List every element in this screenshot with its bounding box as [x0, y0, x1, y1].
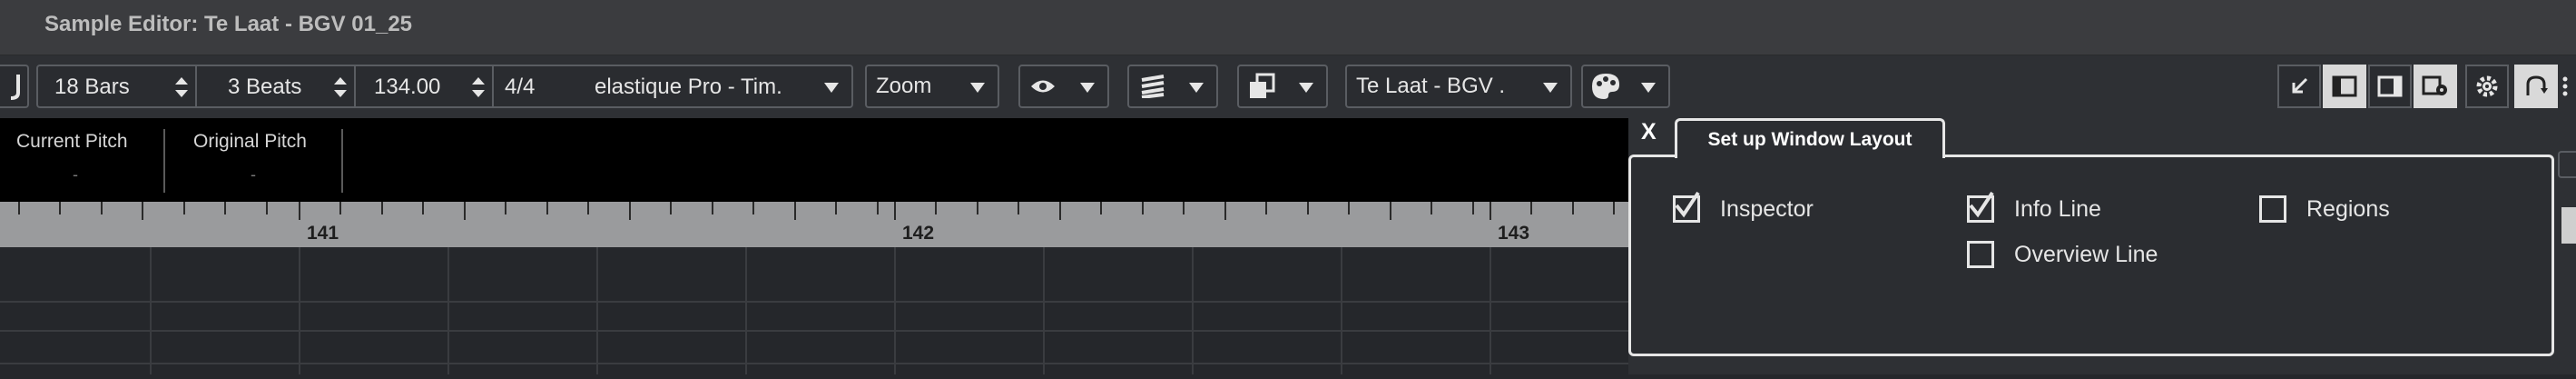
loop-icon	[2526, 75, 2548, 95]
note-icon	[10, 75, 20, 100]
palette-icon	[1592, 74, 1619, 99]
layers-select[interactable]	[1127, 65, 1218, 108]
gear-icon	[2476, 75, 2498, 97]
algorithm-select[interactable]: 4/4 elastique Pro - Tim.	[494, 66, 851, 106]
copy-icon	[1250, 73, 1275, 98]
original-pitch-label: Original Pitch	[193, 131, 307, 152]
info-line: Current Pitch - Original Pitch -	[0, 118, 1634, 202]
tool-button[interactable]	[0, 65, 29, 108]
signature-value: 4/4	[505, 75, 536, 99]
inspector-checkbox[interactable]	[1673, 191, 1700, 223]
window-titlebar: Sample Editor: Te Laat - BGV 01_25	[0, 0, 2576, 55]
overview-line-checkbox[interactable]	[1967, 241, 1994, 268]
beats-field[interactable]: 3 Beats	[197, 66, 354, 106]
info-line-checkbox[interactable]	[1967, 191, 1994, 223]
regions-option[interactable]: Regions	[2259, 195, 2390, 223]
algorithm-value: elastique Pro - Tim.	[595, 75, 782, 99]
arrow-down-left-icon	[2292, 77, 2308, 94]
inspector-label: Inspector	[1720, 195, 1814, 222]
chevron-down-icon	[1641, 83, 1656, 93]
beats-value: 3 Beats	[228, 75, 302, 99]
layout-settings-icon	[2422, 75, 2447, 95]
regions-label: Regions	[2306, 195, 2390, 222]
chevron-down-icon	[824, 83, 839, 93]
loop-button[interactable]	[2514, 65, 2558, 108]
checkmark-icon	[1675, 191, 1700, 218]
chevron-down-icon	[1189, 83, 1204, 93]
copy-select[interactable]	[1237, 65, 1328, 108]
beats-stepper-icon[interactable]	[334, 75, 347, 99]
right-panel-icon	[2377, 75, 2403, 97]
layout-panel-tab: Set up Window Layout	[1675, 118, 1945, 158]
close-icon[interactable]: X	[1641, 119, 1657, 145]
regions-checkbox[interactable]	[2259, 195, 2286, 223]
edge-field[interactable]	[2558, 151, 2576, 178]
chevron-down-icon	[1543, 83, 1558, 93]
overview-line-option[interactable]: Overview Line	[1967, 241, 2158, 268]
eye-icon	[1031, 80, 1055, 93]
chevron-down-icon	[1080, 83, 1095, 93]
inspector-option[interactable]: Inspector	[1673, 191, 1814, 223]
layers-icon	[1141, 75, 1165, 98]
more-icon[interactable]	[2561, 75, 2569, 102]
track-label: Te Laat - BGV .	[1356, 74, 1506, 98]
ruler-label-141: 141	[307, 223, 339, 244]
color-select[interactable]	[1581, 65, 1670, 108]
chevron-down-icon	[970, 83, 985, 93]
track-select[interactable]: Te Laat - BGV .	[1345, 65, 1572, 108]
zoom-label: Zoom	[876, 74, 932, 98]
settings-button[interactable]	[2465, 65, 2509, 108]
original-pitch-value: -	[251, 165, 256, 184]
divider	[341, 129, 343, 193]
left-panel-icon	[2332, 75, 2357, 97]
length-tempo-group: 18 Bars 3 Beats 134.00 4/4 elastique Pro…	[36, 65, 853, 108]
current-pitch-label: Current Pitch	[16, 131, 128, 152]
right-zone-toggle-button[interactable]	[2368, 65, 2412, 108]
info-line-label: Info Line	[2014, 195, 2101, 222]
overview-line-label: Overview Line	[2014, 241, 2158, 267]
ruler-label-142: 142	[902, 223, 935, 244]
scrollbar[interactable]	[2561, 207, 2576, 244]
tempo-field[interactable]: 134.00	[356, 66, 492, 106]
bars-field[interactable]: 18 Bars	[38, 66, 195, 106]
bars-value: 18 Bars	[54, 75, 130, 99]
tempo-stepper-icon[interactable]	[472, 75, 485, 99]
zoom-select[interactable]: Zoom	[865, 65, 999, 108]
chevron-down-icon	[1299, 83, 1313, 93]
current-pitch-value[interactable]: -	[73, 165, 78, 185]
divider	[163, 129, 165, 193]
window-layout-panel: Inspector Info Line Overview Line Region…	[1628, 155, 2554, 356]
info-line-option[interactable]: Info Line	[1967, 191, 2101, 223]
show-left-zone-button[interactable]	[2277, 65, 2321, 108]
inspector-toggle-button[interactable]	[2323, 65, 2366, 108]
ruler-label-143: 143	[1498, 223, 1530, 244]
window-title: Sample Editor: Te Laat - BGV 01_25	[44, 12, 413, 36]
checkmark-icon	[1969, 191, 1994, 218]
bars-stepper-icon[interactable]	[175, 75, 188, 99]
tempo-value: 134.00	[374, 75, 441, 99]
window-layout-button[interactable]	[2414, 65, 2457, 108]
visibility-select[interactable]	[1018, 65, 1109, 108]
